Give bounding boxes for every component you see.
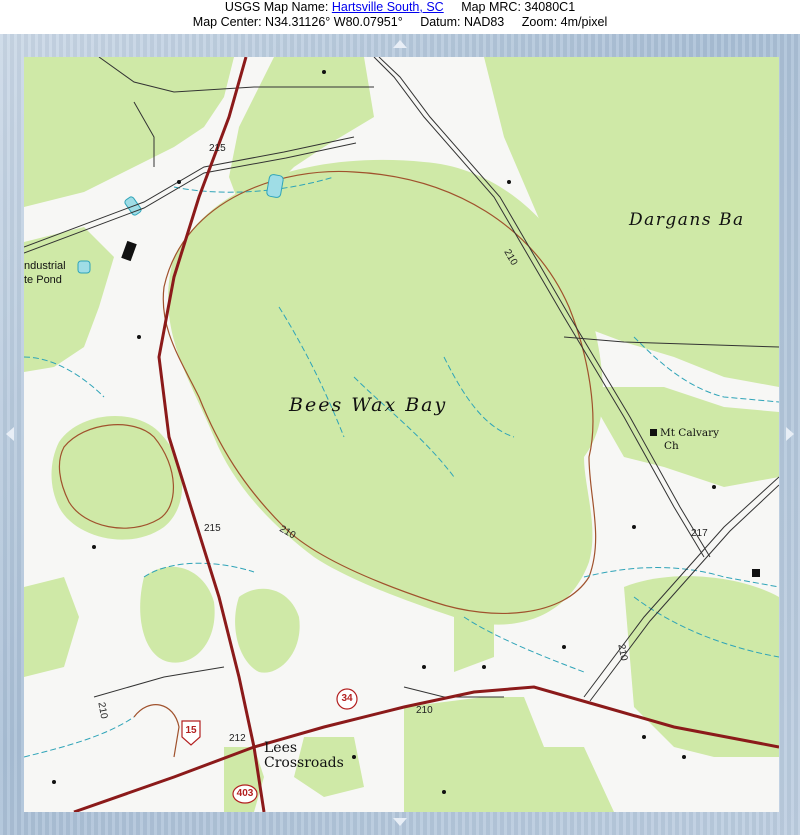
building-dot — [682, 755, 686, 759]
stream-south-west — [24, 716, 135, 758]
map-info-row-1: USGS Map Name: Hartsville South, SC Map … — [0, 0, 800, 15]
elevation-label: 210 — [416, 705, 433, 716]
pond-industrial — [77, 260, 91, 274]
datum-value: NAD83 — [463, 15, 505, 29]
building-dot — [712, 485, 716, 489]
building-dot — [92, 545, 96, 549]
route-15-label: 15 — [185, 725, 197, 736]
building-dot — [507, 180, 511, 184]
label-industrial-line2: te Pond — [24, 274, 62, 286]
building-church — [650, 429, 657, 436]
map-name-link[interactable]: Hartsville South, SC — [332, 0, 444, 14]
pan-right-arrow-icon[interactable] — [786, 427, 794, 441]
vegetation-area-oval-south — [140, 566, 215, 663]
label-bees-wax-bay: Bees Wax Bay — [289, 394, 448, 416]
building-industrial — [121, 240, 137, 262]
topo-map-viewport[interactable]: Bees Wax Bay Dargans Ba ndustrial te Pon… — [24, 57, 779, 812]
map-info-row-2: Map Center: N34.31126° W80.07951° Datum:… — [0, 15, 800, 30]
pan-down-arrow-icon[interactable] — [393, 818, 407, 826]
label-mt-calvary-line1: Mt Calvary — [660, 427, 720, 439]
zoom-value: 4m/pixel — [560, 15, 608, 29]
route-403-label: 403 — [236, 788, 254, 799]
map-mrc-value: 34080C1 — [524, 0, 576, 14]
route-34-label: 34 — [341, 693, 353, 704]
datum-label: Datum: — [420, 15, 461, 29]
label-lees-line1: Lees — [264, 740, 298, 756]
label-industrial-line1: ndustrial — [24, 260, 66, 272]
label-lees-line2: Crossroads — [264, 755, 344, 771]
vegetation-area-bees-wax-bay — [168, 159, 603, 625]
label-mt-calvary-line2: Ch — [664, 440, 679, 452]
zoom-label: Zoom: — [521, 15, 558, 29]
elevation-label: 212 — [229, 733, 246, 744]
building-dot — [482, 665, 486, 669]
label-dargans-bay: Dargans Ba — [629, 210, 745, 230]
building-dot — [322, 70, 326, 74]
building-dot — [562, 645, 566, 649]
map-center-label: Map Center: — [192, 15, 262, 29]
building-east — [752, 569, 760, 577]
elevation-label: 215 — [209, 143, 226, 154]
pan-left-arrow-icon[interactable] — [6, 427, 14, 441]
building-dot — [422, 665, 426, 669]
vegetation-area-west — [24, 227, 114, 372]
building-dot — [137, 335, 141, 339]
building-dot — [642, 735, 646, 739]
map-info-header: USGS Map Name: Hartsville South, SC Map … — [0, 0, 800, 34]
vegetation-area-south — [404, 697, 614, 812]
elevation-label: 215 — [204, 523, 221, 534]
building-dot — [442, 790, 446, 794]
map-center-lat: N34.31126° — [265, 15, 331, 29]
map-center-lon: W80.07951° — [333, 15, 403, 29]
map-name-label: USGS Map Name: — [224, 0, 329, 14]
vegetation-area-oval-west — [51, 415, 183, 540]
building-dot — [177, 180, 181, 184]
building-dot — [632, 525, 636, 529]
elevation-label: 217 — [691, 528, 708, 539]
contour-southwest — [133, 704, 180, 758]
minor-road-southwest — [93, 666, 225, 698]
building-dot — [52, 780, 56, 784]
building-dot — [352, 755, 356, 759]
vegetation-area-oval-center — [235, 588, 300, 673]
vegetation-area-southeast — [624, 576, 779, 757]
pan-up-arrow-icon[interactable] — [393, 40, 407, 48]
map-mrc-label: Map MRC: — [461, 0, 521, 14]
vegetation-area-southwest — [24, 577, 79, 677]
